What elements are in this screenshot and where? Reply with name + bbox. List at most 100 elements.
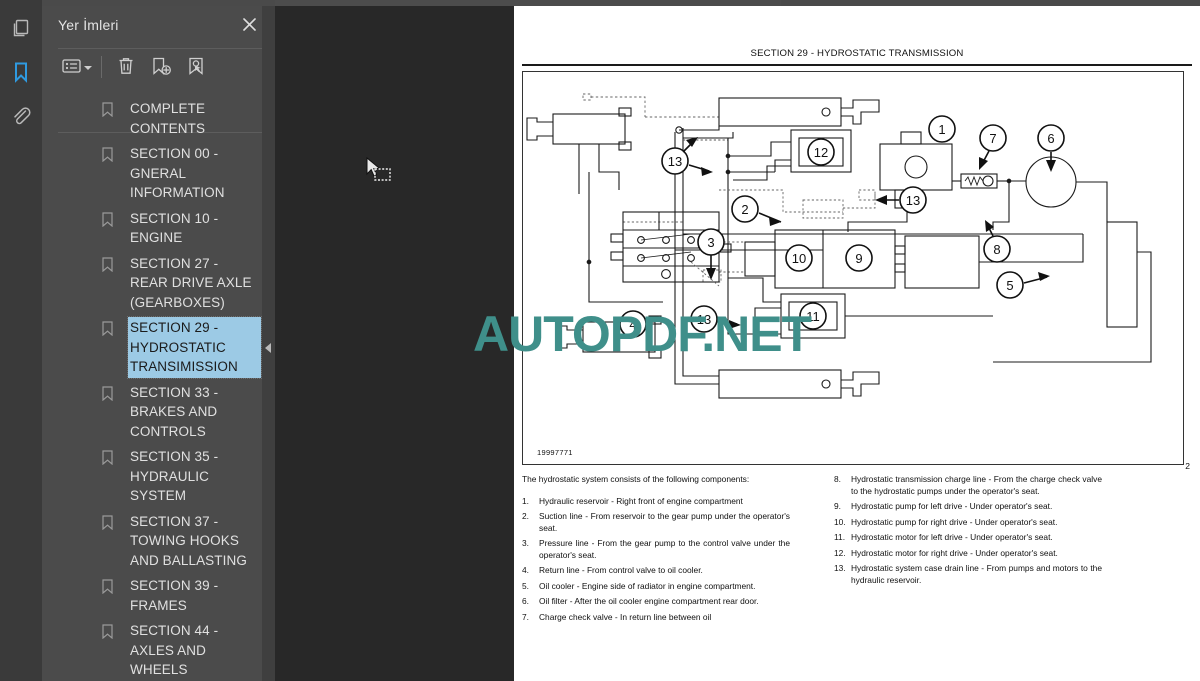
svg-text:12: 12 [814, 145, 828, 160]
bookmark-icon [11, 60, 31, 84]
document-text-columns: The hydrostatic system consists of the f… [522, 474, 1188, 623]
paperclip-icon [10, 105, 32, 127]
component-list-item: 12. Hydrostatic motor for right drive - U… [834, 548, 1102, 560]
component-list-item: 2. Suction line - From reservoir to the g… [522, 511, 790, 534]
header-underline [522, 64, 1192, 66]
component-list-item: 1. Hydraulic reservoir - Right front of e… [522, 496, 790, 508]
list-item-text: Hydraulic reservoir - Right front of eng… [539, 495, 743, 506]
list-item-number: 12. [834, 547, 846, 558]
close-icon [242, 17, 257, 37]
list-item-number: 10. [834, 516, 846, 527]
component-list-item: 8. Hydrostatic transmission charge line -… [834, 474, 1102, 497]
right-column: 8. Hydrostatic transmission charge line -… [834, 474, 1102, 623]
list-item-text: Pressure line - From the gear pump to th… [539, 538, 790, 560]
list-item-number: 8. [834, 474, 841, 484]
svg-text:10: 10 [792, 251, 806, 266]
list-item-text: Hydrostatic motor for right drive - Unde… [851, 547, 1058, 558]
document-section-header: SECTION 29 - HYDROSTATIC TRANSMISSION [750, 48, 964, 59]
close-panel-button[interactable] [237, 15, 261, 39]
hydrostatic-schematic-figure: 1 2 3 4 5 6 7 8 9 10 11 12 13 13 13 1999… [522, 71, 1184, 465]
pdf-page: SECTION 29 - HYDROSTATIC TRANSMISSION 1 … [514, 6, 1200, 681]
trash-icon [117, 56, 135, 81]
document-viewer[interactable]: SECTION 29 - HYDROSTATIC TRANSMISSION 1 … [275, 6, 1200, 681]
svg-text:8: 8 [993, 242, 1000, 257]
list-item-number: 2. [522, 511, 529, 522]
bookmark-item-label: SECTION 44 - AXLES AND WHEELS [130, 623, 219, 677]
list-options-icon [62, 58, 81, 79]
chevron-down-icon [84, 66, 92, 70]
left-column: The hydrostatic system consists of the f… [522, 474, 790, 623]
bookmark-item[interactable]: SECTION 35 - HYDRAULIC SYSTEM [42, 444, 275, 509]
pdf-reader-window: Yer İmleri COMPLETE CONTENTS SECTION 00 … [0, 0, 1200, 681]
delete-bookmark-button[interactable] [112, 54, 140, 82]
callout-group: 1 2 3 4 5 6 7 8 9 10 11 12 13 13 13 [619, 115, 1065, 338]
rail-item-bookmarks[interactable] [0, 50, 51, 94]
add-bookmark-button[interactable] [146, 54, 176, 82]
bookmark-item-label: SECTION 29 - HYDROSTATIC TRANSIMISSION [127, 316, 262, 379]
list-item-number: 7. [522, 611, 529, 622]
bookmark-item-icon [102, 450, 120, 465]
list-item-number: 4. [522, 565, 529, 576]
list-item-number: 6. [522, 596, 529, 607]
svg-text:13: 13 [906, 193, 920, 208]
bookmark-item-icon [102, 514, 120, 530]
list-item-text: Hydrostatic pump for left drive - Under … [851, 501, 1053, 511]
svg-text:9: 9 [855, 251, 862, 266]
list-item-text: Hydrostatic system case drain line - Fro… [851, 563, 1102, 585]
bookmark-item[interactable]: SECTION 37 - TOWING HOOKS AND BALLASTING [42, 509, 275, 574]
bookmark-item[interactable]: SECTION 10 - ENGINE [42, 206, 275, 251]
component-list-item: 3. Pressure line - From the gear pump to … [522, 538, 790, 561]
svg-text:11: 11 [806, 309, 820, 324]
bookmark-item[interactable]: SECTION 27 - REAR DRIVE AXLE (GEARBOXES) [42, 251, 275, 316]
bookmark-item[interactable]: SECTION 33 - BRAKES AND CONTROLS [42, 380, 275, 445]
pages-thumbnail-icon [10, 17, 32, 39]
component-list-item: 5. Oil cooler - Engine side of radiator i… [522, 581, 790, 593]
bookmark-item[interactable]: SECTION 00 - GNERAL INFORMATION [42, 141, 275, 206]
bookmark-item-icon [102, 147, 120, 162]
rail-item-attachments[interactable] [0, 94, 42, 138]
bookmark-item[interactable]: SECTION 39 - FRAMES [42, 573, 275, 618]
svg-text:3: 3 [707, 235, 714, 250]
edit-bookmark-button[interactable] [181, 54, 211, 82]
component-list-item: 9. Hydrostatic pump for left drive - Unde… [834, 501, 1102, 513]
list-item-text: Suction line - From reservoir to the gea… [539, 511, 790, 533]
bookmark-item-label: SECTION 27 - REAR DRIVE AXLE (GEARBOXES) [130, 255, 252, 310]
bookmark-item-icon [102, 256, 120, 272]
svg-text:2: 2 [741, 202, 748, 217]
collapse-sidebar-handle[interactable] [262, 6, 275, 681]
marquee-select-cursor [364, 156, 394, 186]
add-bookmark-icon [151, 56, 172, 81]
list-item-text: Oil filter - After the oil cooler engine… [539, 596, 759, 607]
bookmark-item-icon [102, 385, 120, 401]
component-list-right: 8. Hydrostatic transmission charge line -… [834, 474, 1102, 586]
list-item-text: Hydrostatic motor for left drive - Under… [851, 532, 1053, 542]
list-item-number: 13. [834, 563, 846, 573]
collapse-left-arrow-icon [265, 343, 271, 353]
bookmark-item-label: SECTION 10 - ENGINE [130, 210, 219, 246]
bookmark-list[interactable]: COMPLETE CONTENTS SECTION 00 - GNERAL INF… [42, 96, 275, 681]
intro-paragraph: The hydrostatic system consists of the f… [522, 474, 750, 484]
bookmarks-panel-title: Yer İmleri [58, 17, 119, 33]
schematic-drawing: 1 2 3 4 5 6 7 8 9 10 11 12 13 13 13 [526, 93, 1152, 399]
svg-text:7: 7 [989, 131, 996, 146]
svg-text:13: 13 [668, 154, 682, 169]
list-item-number: 5. [522, 580, 529, 591]
list-item-number: 3. [522, 538, 529, 549]
bookmark-item[interactable]: COMPLETE CONTENTS [42, 96, 275, 141]
list-item-number: 9. [834, 501, 841, 511]
bookmark-item-icon [102, 579, 120, 594]
rail-item-thumbnails[interactable] [0, 6, 42, 50]
bookmark-item-label: SECTION 35 - HYDRAULIC SYSTEM [130, 449, 219, 503]
list-item-text: Hydrostatic pump for right drive - Under… [851, 516, 1058, 527]
bookmark-item[interactable]: SECTION 29 - HYDROSTATIC TRANSIMISSION [42, 315, 275, 380]
bookmark-item-label: SECTION 33 - BRAKES AND CONTROLS [130, 384, 219, 439]
list-item-text: Charge check valve - In return line betw… [539, 611, 712, 622]
bookmark-item-icon [102, 102, 120, 117]
edit-bookmark-icon [186, 56, 207, 81]
svg-text:4: 4 [629, 317, 636, 332]
bookmark-options-button[interactable] [58, 54, 96, 82]
bookmark-item-label: SECTION 39 - FRAMES [130, 578, 219, 613]
bookmarks-panel-header: Yer İmleri [42, 6, 275, 49]
bookmark-item[interactable]: SECTION 44 - AXLES AND WHEELS [42, 618, 275, 681]
figure-number: 19997771 [537, 448, 573, 457]
